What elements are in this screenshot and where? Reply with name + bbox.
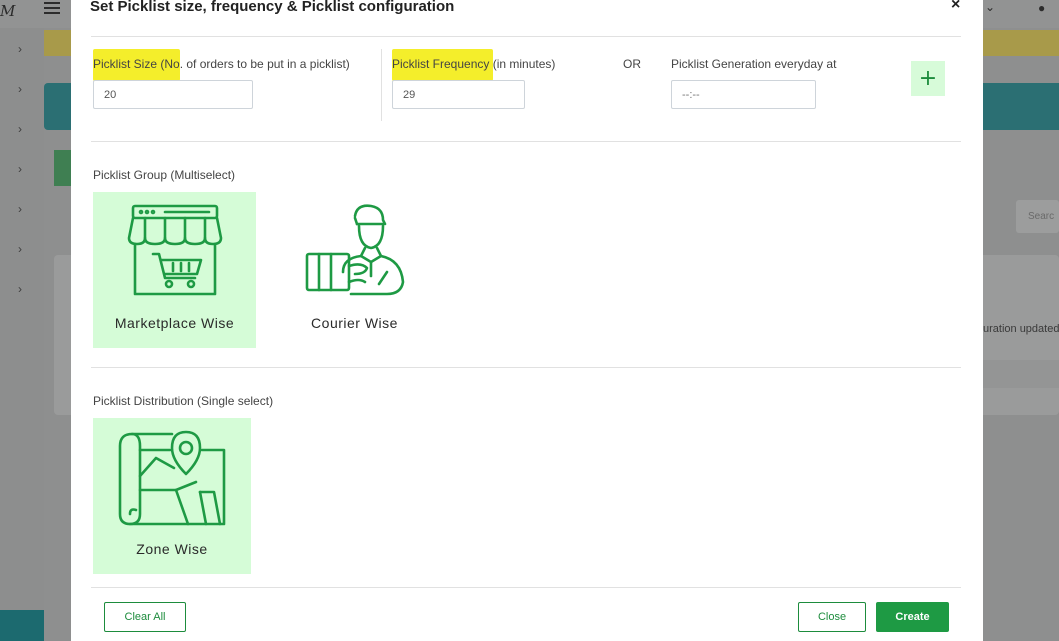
bg-logo: M: [0, 2, 16, 20]
bg-green-button: [54, 150, 72, 186]
option-courier-wise[interactable]: Courier Wise: [273, 192, 436, 348]
modal-title: Set Picklist size, frequency & Picklist …: [90, 0, 455, 15]
divider: [91, 587, 961, 588]
picklist-frequency-label-rest: (in minutes): [492, 57, 556, 71]
close-button[interactable]: Close: [798, 602, 866, 632]
sidebar-chevron-icon: ›: [18, 162, 22, 176]
sidebar-chevron-icon: ›: [18, 82, 22, 96]
zone-map-icon: [93, 428, 251, 533]
option-marketplace-wise[interactable]: Marketplace Wise: [93, 192, 256, 348]
sidebar-chevron-icon: ›: [18, 42, 22, 56]
divider: [91, 367, 961, 368]
chevron-down-icon: ⌄: [985, 0, 996, 14]
bg-table-row: [983, 360, 1059, 388]
picklist-frequency-input[interactable]: [392, 80, 525, 109]
picklist-size-label-highlight: Picklist Size (No: [93, 49, 180, 81]
option-zone-wise[interactable]: Zone Wise: [93, 418, 251, 574]
bg-sidebar: › › › › › › ›: [0, 28, 44, 641]
courier-person-icon: [273, 202, 436, 305]
picklist-distribution-label: Picklist Distribution (Single select): [93, 394, 274, 408]
picklist-size-label-rest: . of orders to be put in a picklist): [179, 57, 350, 71]
sidebar-chevron-icon: ›: [18, 242, 22, 256]
user-icon: ●: [1038, 1, 1046, 15]
marketplace-store-icon: [93, 202, 256, 303]
create-button[interactable]: Create: [876, 602, 949, 632]
picklist-generation-time-input[interactable]: [671, 80, 816, 109]
clear-all-button[interactable]: Clear All: [104, 602, 186, 632]
hamburger-menu-icon: [44, 2, 60, 16]
picklist-group-label: Picklist Group (Multiselect): [93, 168, 236, 182]
picklist-config-modal: Set Picklist size, frequency & Picklist …: [71, 0, 983, 641]
sidebar-chevron-icon: ›: [18, 282, 22, 296]
picklist-frequency-label: Picklist Frequency (in minutes): [392, 49, 556, 81]
bg-status-message: uration updated: [983, 323, 1059, 335]
or-separator: OR: [623, 57, 641, 71]
picklist-size-label: Picklist Size (No. of orders to be put i…: [93, 49, 350, 81]
close-icon[interactable]: ×: [951, 0, 960, 14]
option-label: Marketplace Wise: [114, 315, 235, 331]
option-label: Zone Wise: [136, 541, 208, 557]
bg-search-input: Searc: [1016, 200, 1059, 233]
picklist-size-input[interactable]: [93, 80, 253, 109]
bg-sidebar-footer: [0, 610, 44, 641]
sidebar-chevron-icon: ›: [18, 122, 22, 136]
picklist-generation-label: Picklist Generation everyday at: [671, 57, 837, 71]
sidebar-chevron-icon: ›: [18, 202, 22, 216]
divider: [91, 36, 961, 37]
add-time-button[interactable]: +: [911, 61, 945, 96]
vertical-divider: [381, 49, 382, 121]
divider: [91, 141, 961, 142]
picklist-frequency-label-highlight: Picklist Frequency: [392, 49, 493, 81]
option-label: Courier Wise: [311, 315, 398, 331]
